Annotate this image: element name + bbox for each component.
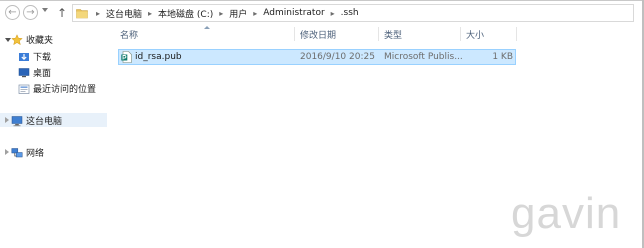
column-header-modified-label: 修改日期 [300,30,337,41]
expand-network-icon[interactable] [5,149,9,155]
sort-ascending-icon [204,26,210,29]
network-icon [11,147,23,157]
watermark: gavin [511,189,622,238]
nav-item-downloads[interactable]: 下载 [18,50,51,63]
column-divider[interactable] [294,27,295,41]
column-divider[interactable] [460,27,461,41]
column-header-name[interactable]: 名称 [120,25,138,43]
file-type: Microsoft Publis... [384,52,463,62]
forward-button[interactable]: → [23,5,38,20]
column-header-size[interactable]: 大小 [466,25,484,43]
file-modified: 2016/9/10 20:25 [300,52,375,62]
breadcrumb-separator[interactable]: ▸ [249,9,261,18]
nav-item-network[interactable]: 网络 [11,146,44,159]
file-size: 1 KB [492,52,513,62]
arrow-right-icon: → [26,6,35,18]
nav-label-recent: 最近访问的位置 [33,85,97,95]
nav-label-downloads: 下载 [33,53,52,63]
breadcrumb: ▸ 这台电脑 ▸ 本地磁盘 (C:) ▸ 用户 ▸ Administrator … [92,5,361,21]
desktop-icon [18,67,30,77]
nav-label-favorites: 收藏夹 [26,36,54,46]
folder-icon [76,9,88,19]
breadcrumb-separator[interactable]: ▸ [215,9,227,18]
file-row[interactable]: id_rsa.pub 2016/9/10 20:25 Microsoft Pub… [118,49,516,65]
file-name[interactable]: id_rsa.pub [135,50,182,64]
nav-label-desktop: 桌面 [33,69,52,79]
breadcrumb-local-disk[interactable]: 本地磁盘 (C:) [156,7,215,20]
breadcrumb-this-pc[interactable]: 这台电脑 [104,7,144,20]
download-icon [19,52,29,61]
column-divider[interactable] [516,27,517,41]
recent-locations-dropdown[interactable] [42,8,48,12]
recent-places-icon [18,84,30,94]
computer-icon [11,115,23,126]
up-button[interactable]: ↑ [55,5,69,21]
address-box[interactable]: ▸ 这台电脑 ▸ 本地磁盘 (C:) ▸ 用户 ▸ Administrator … [72,4,634,22]
column-header-modified[interactable]: 修改日期 [300,25,336,43]
column-divider[interactable] [378,27,379,41]
arrow-up-icon: ↑ [56,6,68,20]
column-header-size-label: 大小 [466,30,485,41]
star-icon [11,33,23,45]
arrow-left-icon: ← [8,6,17,18]
expand-this-pc-icon[interactable] [5,117,9,123]
nav-label-network: 网络 [26,149,45,159]
back-button[interactable]: ← [5,5,20,20]
publisher-file-icon [121,51,132,63]
nav-item-this-pc[interactable]: 这台电脑 [11,114,62,127]
nav-label-this-pc: 这台电脑 [26,117,63,127]
column-header-type[interactable]: 类型 [384,25,402,43]
nav-item-favorites[interactable]: 收藏夹 [11,33,53,46]
breadcrumb-administrator[interactable]: Administrator [261,8,326,18]
column-header-type-label: 类型 [384,30,403,41]
navigation-pane: 收藏夹 下载 桌面 最近访问的位置 这台电脑 网络 [0,25,107,247]
breadcrumb-users[interactable]: 用户 [227,7,249,20]
breadcrumb-separator[interactable]: ▸ [327,9,339,18]
address-bar-row: ← → ↑ ▸ 这台电脑 ▸ 本地磁盘 (C:) ▸ 用户 ▸ Administ… [0,1,642,25]
column-header-name-label: 名称 [120,30,139,41]
breadcrumb-separator[interactable]: ▸ [92,9,104,18]
nav-item-recent[interactable]: 最近访问的位置 [18,82,96,95]
breadcrumb-ssh[interactable]: .ssh [339,8,361,18]
nav-item-desktop[interactable]: 桌面 [18,66,51,79]
breadcrumb-separator[interactable]: ▸ [144,9,156,18]
